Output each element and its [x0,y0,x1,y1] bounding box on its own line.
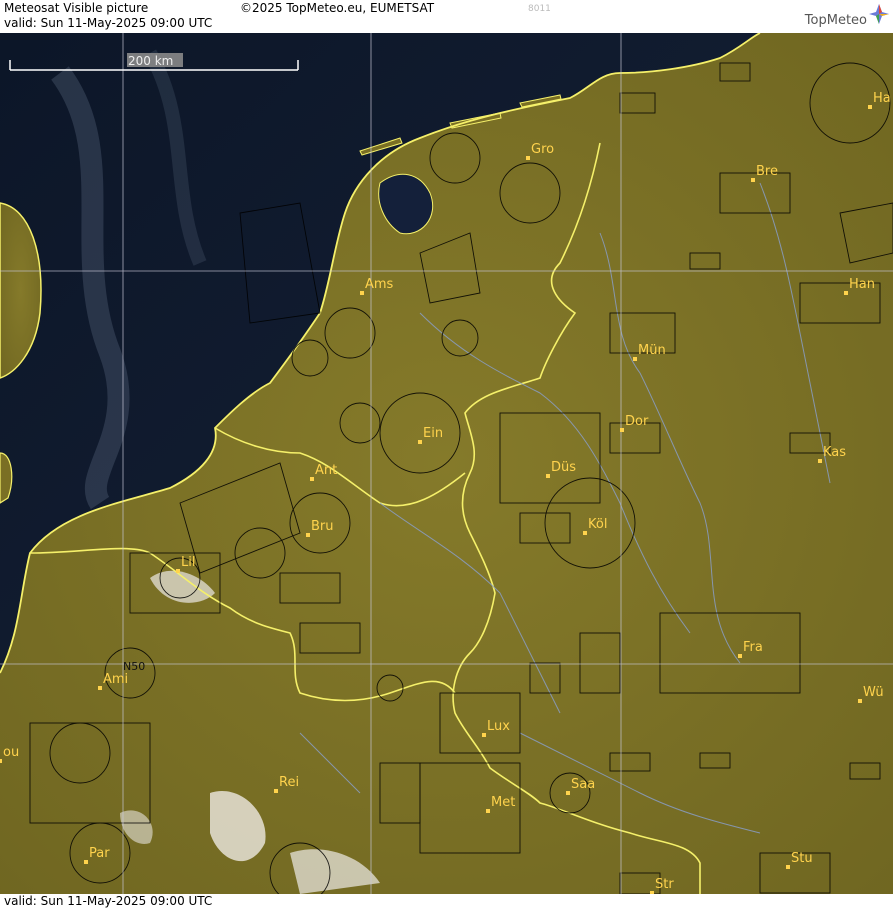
city-label: Ams [365,277,394,292]
city-marker [858,699,862,703]
city-marker [274,789,278,793]
product-title: Meteosat Visible picture [4,1,149,15]
city-label: Stu [791,851,813,866]
city-marker [486,809,490,813]
city-marker [0,759,2,763]
city-marker [418,440,422,444]
city-label: Wü [863,685,884,700]
city-marker [310,477,314,481]
city-marker [566,791,570,795]
city-marker [751,178,755,182]
city-marker [844,291,848,295]
city-label: Gro [531,142,554,157]
city-label: Met [491,795,515,810]
city-marker [818,459,822,463]
city-marker [620,428,624,432]
city-marker [738,654,742,658]
valid-time-top: valid: Sun 11-May-2025 09:00 UTC [4,16,213,30]
copyright-notice: ©2025 TopMeteo.eu, EUMETSAT [240,1,435,15]
city-marker [786,865,790,869]
city-marker [306,533,310,537]
product-code: 8011 [528,4,551,14]
city-label: Saa [571,777,595,792]
city-label: Lux [487,719,510,734]
map-footer: valid: Sun 11-May-2025 09:00 UTC [0,894,893,909]
city-label: Rei [279,775,299,790]
city-label: Köl [588,517,607,532]
city-label: Kas [823,445,846,460]
city-label: Ami [103,672,128,687]
city-label: Str [655,877,674,892]
city-marker [98,686,102,690]
map-canvas: N50 200 km GroBreHaAms HanMünEinDorAnt Düs… [0,33,893,894]
city-label: ou [3,745,19,760]
city-label: Düs [551,460,576,475]
city-marker [176,569,180,573]
city-marker [526,156,530,160]
city-label: Lil [181,555,195,570]
city-marker [84,860,88,864]
city-label: Ant [315,463,337,478]
satellite-map[interactable]: N50 200 km Gro Bre Ha Ams Han Mün Ein Dor Ant Düs… [0,33,893,894]
city-label: Han [849,277,875,292]
city-label: Mün [638,343,666,358]
city-label: Ha [873,91,891,106]
city-marker [633,357,637,361]
city-label: Bru [311,519,334,534]
city-marker [482,733,486,737]
logo-text: TopMeteo [804,13,867,28]
city-marker [360,291,364,295]
city-marker [546,474,550,478]
map-header: Meteosat Visible picture ©2025 TopMeteo.… [0,0,893,33]
city-label: Par [89,846,110,861]
city-marker [583,531,587,535]
scale-bar-label: 200 km [128,54,173,68]
city-label: Bre [756,164,778,179]
valid-time-bottom: valid: Sun 11-May-2025 09:00 UTC [4,894,213,908]
city-label: Dor [625,414,649,429]
city-marker [868,105,872,109]
city-label: Ein [423,426,443,441]
city-label: Fra [743,640,763,655]
